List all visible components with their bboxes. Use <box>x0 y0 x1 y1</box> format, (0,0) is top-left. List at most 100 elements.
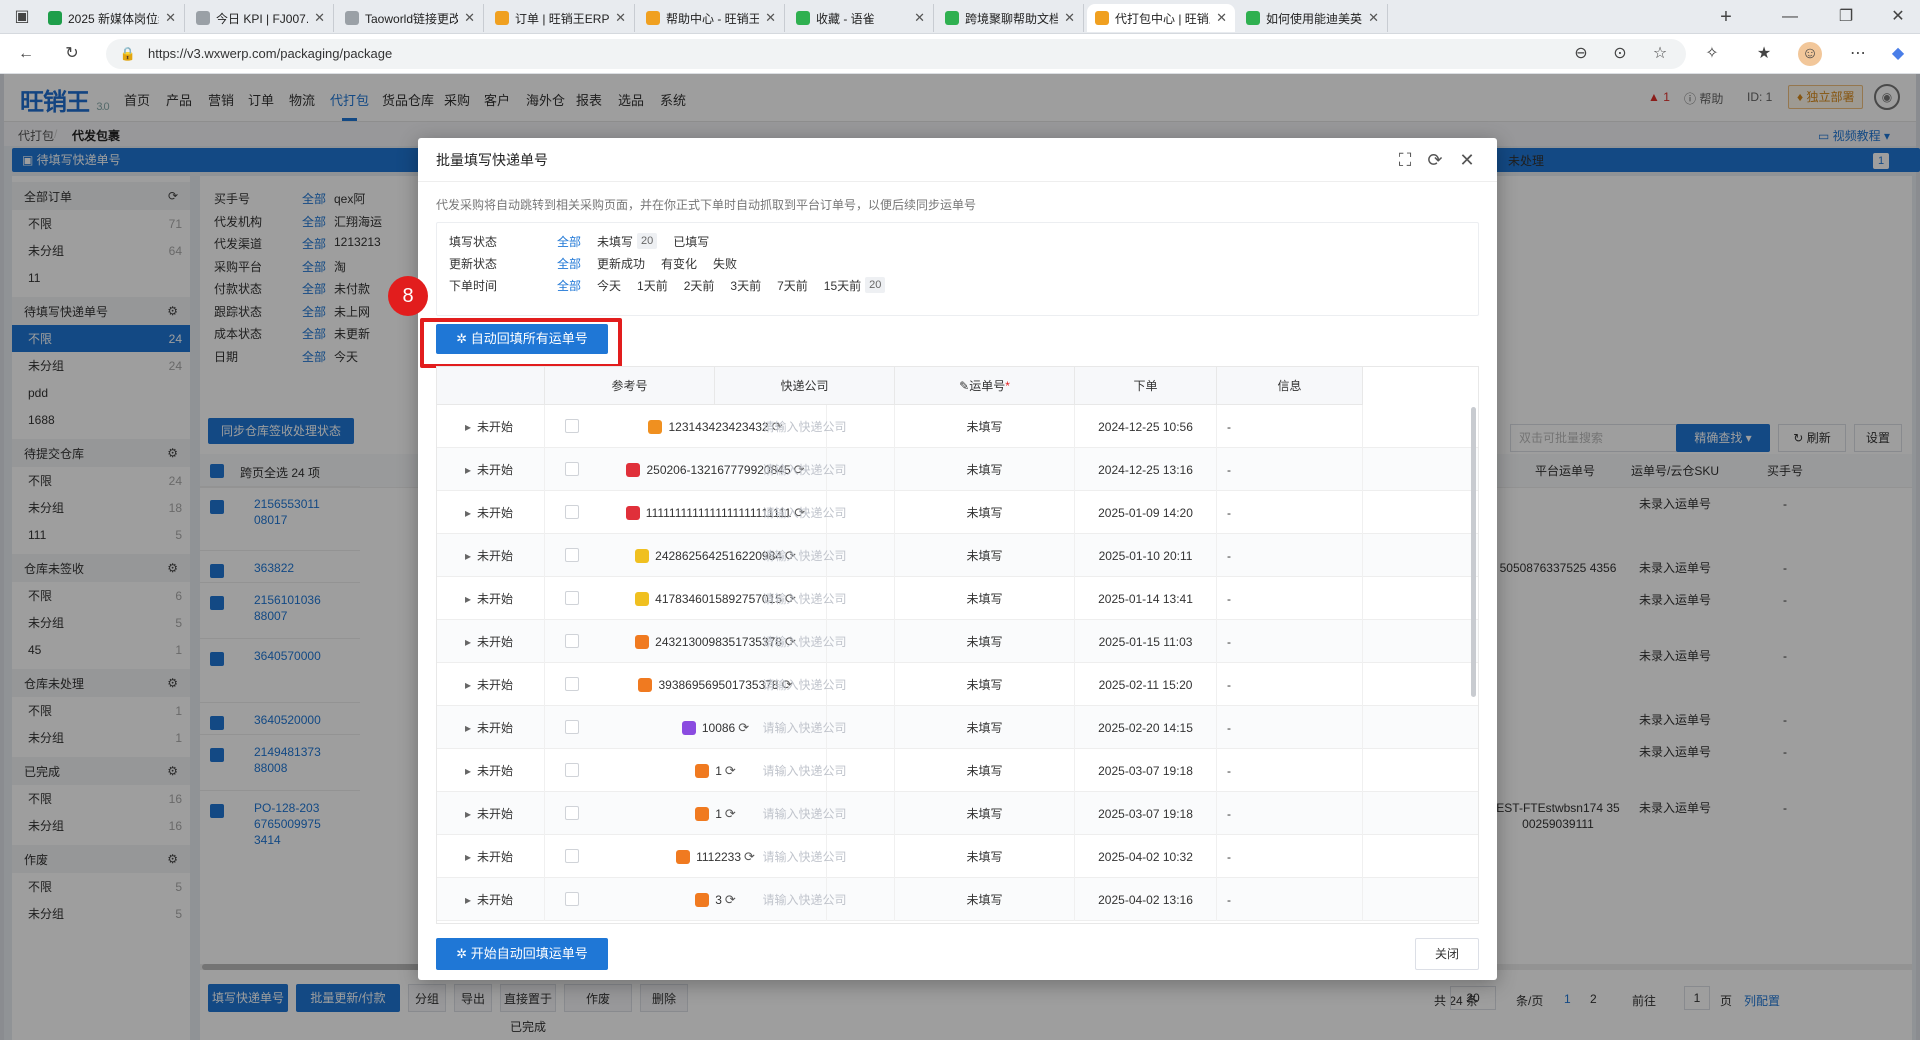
waybill-cell[interactable]: 未填写 <box>895 448 1075 491</box>
tab-close-icon[interactable]: ✕ <box>1368 10 1379 26</box>
filter-option[interactable]: 未填写 20 <box>597 233 658 250</box>
courier-input[interactable]: 请输入快递公司 <box>715 577 895 620</box>
expand-chevron-icon[interactable]: ▸ <box>465 549 471 563</box>
site-info-icon[interactable]: 🔒 <box>116 42 140 66</box>
expand-chevron-icon[interactable]: ▸ <box>465 592 471 606</box>
tab-close-icon[interactable]: ✕ <box>165 10 176 26</box>
reload-dialog-icon[interactable]: ⟳ <box>1424 150 1446 170</box>
expand-chevron-icon[interactable]: ▸ <box>465 850 471 864</box>
reload-icon[interactable]: ↻ <box>60 42 84 66</box>
tab-close-icon[interactable]: ✕ <box>615 10 626 26</box>
filter-option[interactable]: 15天前 20 <box>824 277 886 294</box>
courier-input[interactable]: 请输入快递公司 <box>715 878 895 921</box>
status-cell[interactable]: ▸ 未开始 <box>437 448 545 491</box>
expand-chevron-icon[interactable]: ▸ <box>465 463 471 477</box>
filter-option[interactable]: 更新成功 <box>597 255 645 272</box>
filter-option[interactable]: 今天 <box>597 277 621 294</box>
courier-input[interactable]: 请输入快递公司 <box>715 534 895 577</box>
browser-tab[interactable]: 帮助中心 - 旺销王ERP ✕ <box>638 4 785 32</box>
status-cell[interactable]: ▸ 未开始 <box>437 663 545 706</box>
status-cell[interactable]: ▸ 未开始 <box>437 577 545 620</box>
browser-tab[interactable]: 代打包中心 | 旺销王ERP ✕ <box>1087 4 1235 32</box>
autofill-all-button[interactable]: ✲ 自动回填所有运单号 <box>436 324 608 354</box>
courier-input[interactable]: 请输入快递公司 <box>715 448 895 491</box>
courier-input[interactable]: 请输入快递公司 <box>715 405 895 448</box>
filter-option[interactable]: 2天前 <box>684 277 715 294</box>
status-cell[interactable]: ▸ 未开始 <box>437 491 545 534</box>
status-cell[interactable]: ▸ 未开始 <box>437 620 545 663</box>
browser-tab[interactable]: Taoworld链接更改 任务 ✕ <box>337 4 484 32</box>
expand-chevron-icon[interactable]: ▸ <box>465 635 471 649</box>
filter-option[interactable]: 1天前 <box>637 277 668 294</box>
filter-option[interactable]: 有变化 <box>661 255 697 272</box>
tab-actions-icon[interactable]: ▣ <box>10 5 34 29</box>
filter-option[interactable]: 3天前 <box>730 277 761 294</box>
waybill-cell[interactable]: 未填写 <box>895 577 1075 620</box>
favorites-icon[interactable]: ★ <box>1752 42 1776 66</box>
waybill-cell[interactable]: 未填写 <box>895 534 1075 577</box>
extensions-icon[interactable]: ✧ <box>1700 42 1724 66</box>
courier-input[interactable]: 请输入快递公司 <box>715 706 895 749</box>
expand-chevron-icon[interactable]: ▸ <box>465 893 471 907</box>
browser-tab[interactable]: 收藏 - 语雀 ✕ <box>788 4 934 32</box>
expand-chevron-icon[interactable]: ▸ <box>465 420 471 434</box>
tab-close-icon[interactable]: ✕ <box>914 10 925 26</box>
waybill-cell[interactable]: 未填写 <box>895 835 1075 878</box>
courier-input[interactable]: 请输入快递公司 <box>715 620 895 663</box>
more-menu-icon[interactable]: ⋯ <box>1846 42 1870 66</box>
filter-option[interactable]: 7天前 <box>777 277 808 294</box>
reader-icon[interactable]: ⊙ <box>1608 42 1632 66</box>
courier-input[interactable]: 请输入快递公司 <box>715 491 895 534</box>
filter-option[interactable]: 已填写 <box>673 233 709 250</box>
new-tab-button[interactable]: + <box>1714 5 1738 29</box>
tab-close-icon[interactable]: ✕ <box>1064 10 1075 26</box>
edit-icon[interactable]: ✎ <box>959 379 969 393</box>
status-cell[interactable]: ▸ 未开始 <box>437 706 545 749</box>
filter-option[interactable]: 全部 <box>557 277 581 294</box>
browser-tab[interactable]: 订单 | 旺销王ERP ✕ <box>487 4 635 32</box>
status-cell[interactable]: ▸ 未开始 <box>437 749 545 792</box>
browser-tab[interactable]: 如何使用能迪美英专线 ✕ <box>1238 4 1388 32</box>
expand-chevron-icon[interactable]: ▸ <box>465 721 471 735</box>
close-dialog-icon[interactable]: ✕ <box>1456 150 1478 170</box>
waybill-cell[interactable]: 未填写 <box>895 792 1075 835</box>
expand-chevron-icon[interactable]: ▸ <box>465 764 471 778</box>
courier-input[interactable]: 请输入快递公司 <box>715 835 895 878</box>
maximize-button[interactable]: ❐ <box>1834 5 1858 29</box>
waybill-cell[interactable]: 未填写 <box>895 491 1075 534</box>
status-cell[interactable]: ▸ 未开始 <box>437 792 545 835</box>
back-icon[interactable]: ← <box>14 42 38 66</box>
tab-close-icon[interactable]: ✕ <box>314 10 325 26</box>
waybill-cell[interactable]: 未填写 <box>895 706 1075 749</box>
waybill-cell[interactable]: 未填写 <box>895 749 1075 792</box>
tab-close-icon[interactable]: ✕ <box>765 10 776 26</box>
waybill-cell[interactable]: 未填写 <box>895 405 1075 448</box>
browser-tab[interactable]: 2025 新媒体岗位绩效考 ✕ <box>40 4 185 32</box>
status-cell[interactable]: ▸ 未开始 <box>437 878 545 921</box>
expand-chevron-icon[interactable]: ▸ <box>465 506 471 520</box>
status-cell[interactable]: ▸ 未开始 <box>437 534 545 577</box>
expand-chevron-icon[interactable]: ▸ <box>465 807 471 821</box>
status-cell[interactable]: ▸ 未开始 <box>437 405 545 448</box>
filter-option[interactable]: 失败 <box>713 255 737 272</box>
zoom-icon[interactable]: ⊖ <box>1569 42 1593 66</box>
close-button[interactable]: 关闭 <box>1415 938 1479 970</box>
copilot-icon[interactable]: ◆ <box>1886 42 1910 66</box>
courier-input[interactable]: 请输入快递公司 <box>715 792 895 835</box>
browser-tab[interactable]: 跨境聚聊帮助文档 ✕ <box>937 4 1084 32</box>
favorite-star-icon[interactable]: ☆ <box>1648 42 1672 66</box>
tab-close-icon[interactable]: ✕ <box>464 10 475 26</box>
waybill-cell[interactable]: 未填写 <box>895 620 1075 663</box>
browser-tab[interactable]: 今日 KPI | FJ007.COM ✕ <box>188 4 334 32</box>
start-autofill-button[interactable]: ✲ 开始自动回填运单号 <box>436 938 608 970</box>
url-input[interactable]: 🔒 https://v3.wxwerp.com/packaging/package <box>106 39 1686 69</box>
waybill-cell[interactable]: 未填写 <box>895 663 1075 706</box>
courier-input[interactable]: 请输入快递公司 <box>715 663 895 706</box>
courier-input[interactable]: 请输入快递公司 <box>715 749 895 792</box>
table-scrollbar[interactable] <box>1471 407 1476 697</box>
close-window-button[interactable]: ✕ <box>1886 5 1910 29</box>
filter-option[interactable]: 全部 <box>557 233 581 250</box>
fullscreen-icon[interactable]: ⛶ <box>1394 150 1416 170</box>
filter-option[interactable]: 全部 <box>557 255 581 272</box>
expand-chevron-icon[interactable]: ▸ <box>465 678 471 692</box>
